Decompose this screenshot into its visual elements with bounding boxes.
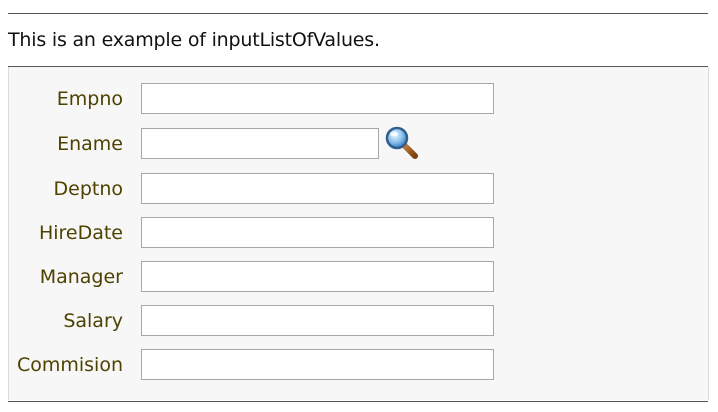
page-description: This is an example of inputListOfValues. bbox=[8, 29, 380, 51]
deptno-label: Deptno bbox=[53, 178, 124, 200]
deptno-input[interactable] bbox=[141, 173, 494, 204]
salary-label: Salary bbox=[63, 310, 123, 332]
ename-input[interactable] bbox=[141, 128, 379, 159]
ename-lov-search-button[interactable] bbox=[384, 125, 420, 161]
field-row-empno: Empno bbox=[9, 83, 708, 116]
hiredate-input[interactable] bbox=[141, 217, 494, 248]
ename-label: Ename bbox=[57, 133, 123, 155]
field-row-salary: Salary bbox=[9, 305, 708, 338]
employee-form: Empno Ename Deptno HireDate Manager Sala… bbox=[8, 67, 709, 400]
manager-input[interactable] bbox=[141, 261, 494, 292]
field-row-hiredate: HireDate bbox=[9, 217, 708, 250]
field-row-deptno: Deptno bbox=[9, 173, 708, 206]
manager-label: Manager bbox=[39, 266, 123, 288]
hiredate-label: HireDate bbox=[38, 222, 123, 244]
page: This is an example of inputListOfValues.… bbox=[0, 0, 718, 412]
commision-label: Commision bbox=[16, 354, 123, 376]
magnifier-icon bbox=[385, 126, 418, 159]
bottom-divider bbox=[8, 401, 708, 402]
field-row-manager: Manager bbox=[9, 261, 708, 294]
empno-input[interactable] bbox=[141, 83, 494, 114]
salary-input[interactable] bbox=[141, 305, 494, 336]
empno-label: Empno bbox=[56, 88, 123, 110]
field-row-commision: Commision bbox=[9, 349, 708, 382]
commision-input[interactable] bbox=[141, 349, 494, 380]
field-row-ename: Ename bbox=[9, 125, 708, 161]
